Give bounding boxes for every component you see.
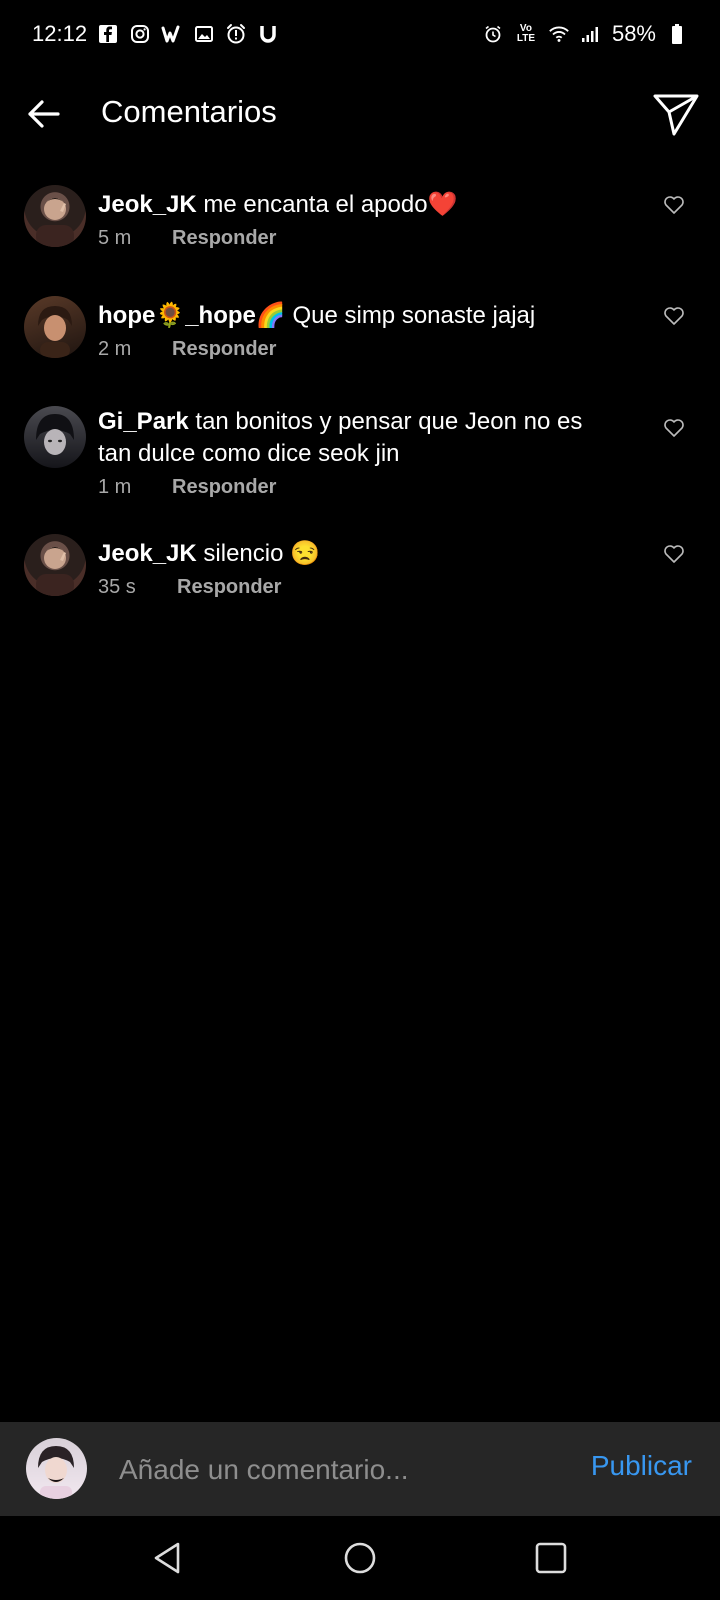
reply-button[interactable]: Responder — [172, 227, 276, 250]
direct-message-icon[interactable] — [652, 92, 700, 138]
publish-button[interactable]: Publicar — [591, 1450, 692, 1482]
comment-meta: 2 m Responder — [98, 338, 276, 361]
comment-meta: 35 s Responder — [98, 576, 281, 599]
heart-icon[interactable] — [663, 544, 685, 564]
status-bar-left: 12:12 — [32, 21, 279, 47]
comment-time: 35 s — [98, 576, 136, 598]
reply-button[interactable]: Responder — [177, 576, 281, 599]
nav-back-icon[interactable] — [150, 1540, 186, 1576]
page-title: Comentarios — [101, 94, 277, 129]
comment-composer: Publicar — [0, 1422, 720, 1516]
signal-icon — [580, 23, 602, 45]
clock: 12:12 — [32, 21, 88, 46]
comment-username[interactable]: Jeok_JK — [98, 540, 197, 567]
alarm-icon — [482, 23, 504, 45]
avatar[interactable] — [24, 406, 86, 468]
u-icon — [257, 23, 279, 45]
comment-meta: 1 m Responder — [98, 476, 276, 499]
comment-time: 2 m — [98, 338, 132, 360]
comment-text: Jeok_JK silencio 😒 — [98, 538, 618, 570]
reply-button[interactable]: Responder — [172, 476, 276, 499]
comment-item: Jeok_JK silencio 😒 35 s Responder — [0, 534, 720, 604]
app-bar: Comentarios — [0, 68, 720, 160]
heart-icon[interactable] — [663, 195, 685, 215]
comment-body: Que simp sonaste jajaj — [285, 302, 536, 329]
status-bar: 12:12 Vo LTE 58% — [0, 0, 720, 68]
comment-item: Jeok_JK me encanta el apodo❤️ 5 m Respon… — [0, 185, 720, 255]
comment-item: hope🌻_hope🌈 Que simp sonaste jajaj 2 m R… — [0, 296, 720, 366]
back-arrow-icon[interactable] — [22, 92, 66, 136]
instagram-icon — [129, 23, 151, 45]
nav-recents-icon[interactable] — [533, 1540, 569, 1576]
avatar — [26, 1438, 87, 1499]
comment-text: Jeok_JK me encanta el apodo❤️ — [98, 189, 618, 221]
battery-icon — [666, 23, 688, 45]
heart-icon[interactable] — [663, 306, 685, 326]
comment-input[interactable] — [117, 1450, 541, 1490]
avatar[interactable] — [24, 296, 86, 358]
comment-time: 5 m — [98, 227, 132, 249]
comment-text: hope🌻_hope🌈 Que simp sonaste jajaj — [98, 300, 618, 332]
comment-body: me encanta el apodo❤️ — [196, 191, 458, 218]
reply-button[interactable]: Responder — [172, 338, 276, 361]
avatar[interactable] — [24, 185, 86, 247]
comment-username[interactable]: hope🌻_hope🌈 — [98, 302, 286, 329]
heart-icon[interactable] — [663, 418, 685, 438]
comment-username[interactable]: Jeok_JK — [98, 191, 197, 218]
avatar[interactable] — [24, 534, 86, 596]
volte-icon: Vo LTE — [516, 23, 536, 44]
alarm-notice-icon — [225, 23, 247, 45]
system-nav-bar — [0, 1516, 720, 1600]
comment-time: 1 m — [98, 476, 132, 498]
comment-username[interactable]: Gi_Park — [98, 408, 189, 435]
comment-meta: 5 m Responder — [98, 227, 276, 250]
wattpad-icon — [161, 23, 183, 45]
facebook-icon — [97, 23, 119, 45]
gallery-icon — [193, 23, 215, 45]
comment-item: Gi_Park tan bonitos y pensar que Jeon no… — [0, 406, 720, 502]
nav-home-icon[interactable] — [342, 1540, 378, 1576]
status-bar-right: Vo LTE 58% — [482, 21, 688, 47]
comment-body: silencio 😒 — [196, 540, 320, 567]
wifi-icon — [548, 23, 570, 45]
comment-text: Gi_Park tan bonitos y pensar que Jeon no… — [98, 406, 618, 470]
battery-percent: 58% — [611, 21, 656, 46]
